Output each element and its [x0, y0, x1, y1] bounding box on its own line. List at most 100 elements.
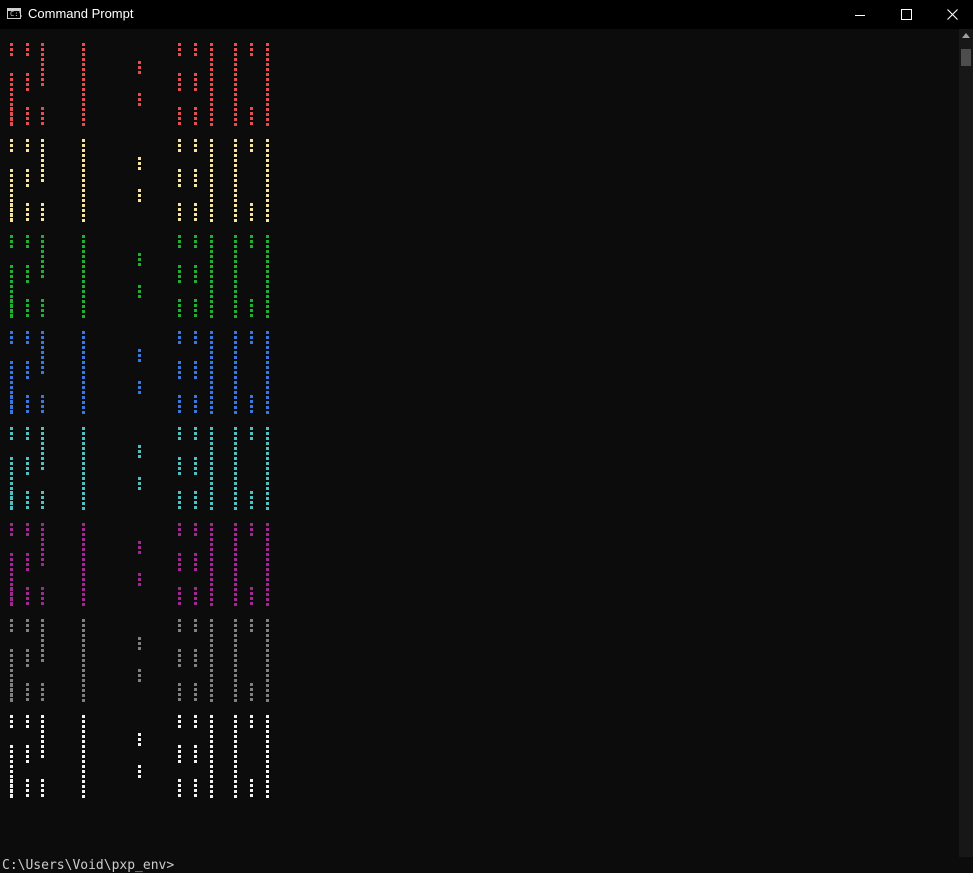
ascii-art-char: [250, 309, 253, 312]
minimize-button[interactable]: [837, 0, 883, 29]
ascii-art-char: [210, 356, 213, 359]
ascii-art-char: [41, 587, 44, 590]
scrollbar-thumb[interactable]: [961, 49, 971, 66]
ascii-art-char: [26, 376, 29, 379]
ascii-art-char: [10, 619, 13, 622]
ascii-art-char: [250, 43, 253, 46]
ascii-art-char: [26, 410, 29, 413]
ascii-art-char: [266, 310, 269, 313]
ascii-art-char: [178, 789, 181, 792]
ascii-art-char: [266, 659, 269, 662]
ascii-art-char: [234, 639, 237, 642]
ascii-art-char: [266, 123, 269, 126]
ascii-art-char: [82, 391, 85, 394]
ascii-art-char: [194, 558, 197, 561]
ascii-art-char: [194, 336, 197, 339]
ascii-art-char: [250, 602, 253, 605]
maximize-button[interactable]: [883, 0, 929, 29]
ascii-art-char: [234, 598, 237, 601]
ascii-art-char: [210, 214, 213, 217]
ascii-art-char: [266, 194, 269, 197]
ascii-art-char: [82, 745, 85, 748]
ascii-art-char: [250, 405, 253, 408]
ascii-art-char: [26, 275, 29, 278]
ascii-art-char: [210, 310, 213, 313]
ascii-art-char: [178, 139, 181, 142]
ascii-art-char: [234, 502, 237, 505]
ascii-art-char: [234, 740, 237, 743]
ascii-art-char: [234, 406, 237, 409]
ascii-art-char: [178, 78, 181, 81]
ascii-art-char: [82, 452, 85, 455]
ascii-art-char: [138, 647, 141, 650]
ascii-art-char: [210, 275, 213, 278]
ascii-art-char: [266, 214, 269, 217]
ascii-art-char: [26, 602, 29, 605]
ascii-art-char: [194, 592, 197, 595]
ascii-art-char: [178, 376, 181, 379]
ascii-art-char: [82, 149, 85, 152]
ascii-art-char: [26, 83, 29, 86]
ascii-art-char: [82, 553, 85, 556]
ascii-art-char: [194, 208, 197, 211]
ascii-art-char: [194, 794, 197, 797]
ascii-art-char: [266, 174, 269, 177]
ascii-art-char: [82, 411, 85, 414]
ascii-art-char: [82, 790, 85, 793]
ascii-art-char: [234, 58, 237, 61]
ascii-art-char: [266, 578, 269, 581]
ascii-art-char: [10, 98, 13, 101]
ascii-art-char: [266, 260, 269, 263]
ascii-art-char: [10, 395, 13, 398]
ascii-art-char: [178, 314, 181, 317]
ascii-art-char: [210, 265, 213, 268]
ascii-art-char: [194, 597, 197, 600]
ascii-art-char: [210, 437, 213, 440]
ascii-art-char: [210, 715, 213, 718]
ascii-art-char: [234, 780, 237, 783]
ascii-art-char: [210, 538, 213, 541]
console-output[interactable]: C:\Users\Void\pxp_env>: [0, 29, 959, 873]
ascii-art-char: [210, 563, 213, 566]
ascii-art-char: [194, 491, 197, 494]
ascii-art-char: [234, 624, 237, 627]
ascii-art-char: [41, 533, 44, 536]
ascii-art-char: [138, 578, 141, 581]
ascii-art-char: [210, 194, 213, 197]
ascii-art-char: [82, 624, 85, 627]
ascii-art-char: [234, 240, 237, 243]
ascii-art-char: [82, 204, 85, 207]
ascii-art-char: [234, 194, 237, 197]
ascii-art-char: [10, 117, 13, 120]
ascii-art-char: [234, 578, 237, 581]
ascii-art-char: [41, 538, 44, 541]
ascii-art-char: [234, 184, 237, 187]
ascii-art-char: [10, 597, 13, 600]
ascii-art-char: [82, 300, 85, 303]
ascii-art-char: [82, 735, 85, 738]
ascii-art-char: [26, 649, 29, 652]
ascii-art-char: [266, 396, 269, 399]
ascii-art-char: [250, 784, 253, 787]
ascii-art-char: [41, 597, 44, 600]
ascii-art-char: [178, 235, 181, 238]
ascii-art-char: [210, 740, 213, 743]
ascii-art-char: [82, 437, 85, 440]
ascii-art-char: [266, 785, 269, 788]
ascii-art-char: [266, 563, 269, 566]
ascii-art-char: [138, 61, 141, 64]
ascii-art-char: [210, 634, 213, 637]
ascii-art-char: [210, 497, 213, 500]
command-prompt-line[interactable]: C:\Users\Void\pxp_env>: [2, 858, 174, 873]
scroll-up-arrow-icon[interactable]: [962, 33, 970, 38]
ascii-art-char: [234, 795, 237, 798]
close-button[interactable]: [929, 0, 973, 29]
ascii-art-char: [194, 472, 197, 475]
vertical-scrollbar[interactable]: [959, 29, 973, 857]
ascii-art-char: [41, 179, 44, 182]
ascii-art-char: [250, 587, 253, 590]
ascii-art-char: [138, 487, 141, 490]
ascii-art-char: [234, 214, 237, 217]
ascii-art-char: [210, 760, 213, 763]
ascii-art-char: [82, 88, 85, 91]
